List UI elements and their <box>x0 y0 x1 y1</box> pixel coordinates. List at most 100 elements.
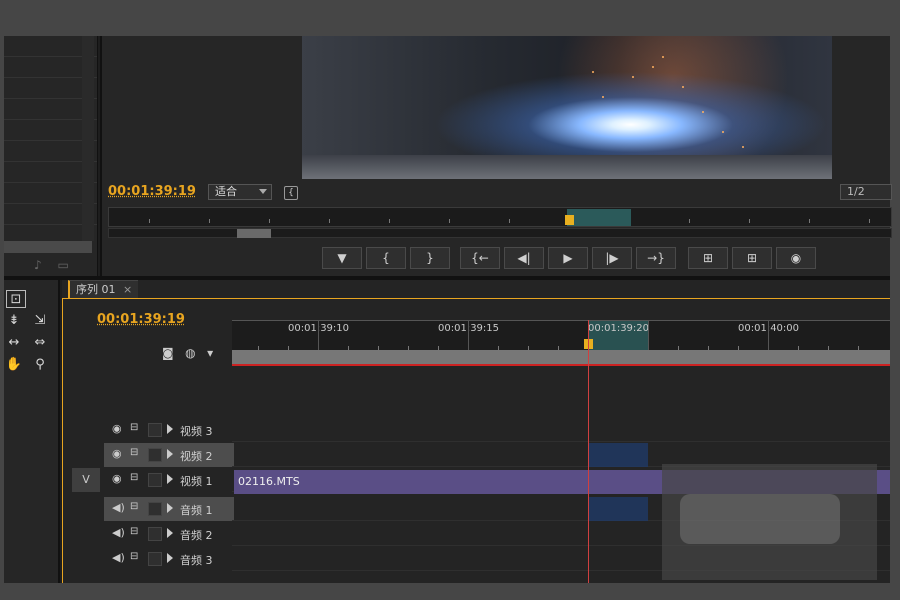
track-controls: ◀) ⊟ 音频 3 <box>104 547 234 571</box>
track-header-audio-1[interactable]: ◀) ⊟ 音频 1 <box>72 497 234 521</box>
step-back-button[interactable]: ◀| <box>504 247 544 269</box>
ruler-tick <box>269 219 270 223</box>
fit-toggle-button[interactable]: { <box>284 186 298 200</box>
selection-region[interactable] <box>588 497 648 521</box>
playhead-marker[interactable] <box>565 215 574 225</box>
speaker-icon[interactable]: ◀) <box>112 551 125 564</box>
vertical-scrollbar[interactable] <box>82 36 94 241</box>
timeline-ruler[interactable]: 00:01:39:10 00:01:39:15 00:01:39:20 00:0… <box>232 320 890 351</box>
marker-icon[interactable]: ▾ <box>207 346 213 360</box>
camera-icon[interactable]: ◉ <box>776 247 816 269</box>
track-header-video-1[interactable]: V ◉ ⊟ 视频 1 <box>72 468 232 492</box>
sync-lock-icon[interactable]: ⊟ <box>130 501 138 512</box>
ruler-tick <box>389 219 390 223</box>
track-name: 音频 1 <box>180 504 213 517</box>
ruler-tick <box>869 219 870 223</box>
step-forward-button[interactable]: |▶ <box>592 247 632 269</box>
panel-highlight-border <box>62 298 890 299</box>
rolling-edit-tool-icon[interactable]: ↔ <box>4 334 24 352</box>
zoom-handle[interactable] <box>237 229 271 238</box>
add-marker-button[interactable]: ▼ <box>322 247 362 269</box>
snap-icon[interactable]: ◙ <box>162 346 174 360</box>
horizontal-scrollbar[interactable] <box>4 241 92 253</box>
expand-triangle-icon[interactable] <box>167 503 173 513</box>
spark <box>652 66 654 68</box>
track-target[interactable] <box>72 443 100 467</box>
ruler-tick <box>209 219 210 223</box>
slip-tool-icon[interactable]: ⇔ <box>30 334 50 352</box>
play-button[interactable]: ▶ <box>548 247 588 269</box>
tab-sequence-01[interactable]: 序列 01 × <box>68 280 139 298</box>
program-monitor: 00:01:39:19 适合 { 1/2 ▼ {} {← ◀| ▶ |▶ →}… <box>100 36 892 276</box>
lock-toggle[interactable] <box>148 527 162 541</box>
expand-triangle-icon[interactable] <box>167 528 173 538</box>
playhead-line[interactable] <box>588 320 589 583</box>
go-to-in-button[interactable]: {← <box>460 247 500 269</box>
extract-button[interactable]: ⊞ <box>732 247 772 269</box>
mark-out-button[interactable]: } <box>410 247 450 269</box>
track-header-audio-2[interactable]: ◀) ⊟ 音频 2 <box>72 522 232 546</box>
hand-tool-icon[interactable]: ✋ <box>4 356 24 374</box>
track-name: 视频 2 <box>180 450 213 463</box>
sync-lock-icon[interactable]: ⊟ <box>130 472 138 483</box>
timeline-timecode[interactable]: 00:01:39:19 <box>97 312 185 327</box>
ruler-tick <box>329 219 330 223</box>
track-target[interactable] <box>72 547 100 571</box>
zoom-tool-icon[interactable]: ⚲ <box>30 356 50 374</box>
track-name: 视频 1 <box>180 475 213 488</box>
monitor-timecode[interactable]: 00:01:39:19 <box>108 184 196 199</box>
lock-toggle[interactable] <box>148 423 162 437</box>
track-header-video-3[interactable]: ◉ ⊟ 视频 3 <box>72 418 232 442</box>
lane-video-3[interactable] <box>232 418 890 442</box>
sync-lock-icon[interactable]: ⊟ <box>130 422 138 433</box>
resolution-dropdown[interactable]: 1/2 <box>840 184 892 200</box>
track-controls: ◉ ⊟ 视频 3 <box>104 418 234 442</box>
lock-toggle[interactable] <box>148 502 162 516</box>
track-header-audio-3[interactable]: ◀) ⊟ 音频 3 <box>72 547 232 571</box>
sync-lock-icon[interactable]: ⊟ <box>130 526 138 537</box>
go-to-out-button[interactable]: →} <box>636 247 676 269</box>
lift-button[interactable]: ⊞ <box>688 247 728 269</box>
marker-globe-icon[interactable]: ◍ <box>185 346 195 360</box>
lock-toggle[interactable] <box>148 552 162 566</box>
selection-tool-icon[interactable]: ⊡ <box>6 290 26 308</box>
track-target[interactable] <box>72 497 100 521</box>
eye-icon[interactable]: ◉ <box>112 422 122 435</box>
track-select-tool-icon[interactable]: ⇟ <box>4 312 24 330</box>
sync-lock-icon[interactable]: ⊟ <box>130 551 138 562</box>
speaker-icon[interactable]: ◀) <box>112 526 125 539</box>
monitor-zoom-bar[interactable] <box>108 228 892 238</box>
sync-lock-icon[interactable]: ⊟ <box>130 447 138 458</box>
ruler-tick <box>449 219 450 223</box>
work-area-bar[interactable] <box>232 350 890 364</box>
monitor-time-ruler[interactable] <box>108 207 892 227</box>
expand-triangle-icon[interactable] <box>167 449 173 459</box>
ruler-tick <box>648 320 649 350</box>
close-icon[interactable]: × <box>123 283 132 296</box>
track-controls: ◉ ⊟ 视频 2 <box>104 443 234 467</box>
selection-region[interactable] <box>588 443 648 467</box>
track-target[interactable]: V <box>72 468 100 492</box>
ruler-tick <box>809 219 810 223</box>
expand-triangle-icon[interactable] <box>167 424 173 434</box>
mark-in-button[interactable]: { <box>366 247 406 269</box>
track-header-video-2[interactable]: ◉ ⊟ 视频 2 <box>72 443 234 467</box>
music-icon[interactable]: ♪ <box>34 258 42 272</box>
track-target[interactable] <box>72 522 100 546</box>
ripple-edit-tool-icon[interactable]: ⇲ <box>30 312 50 330</box>
eye-icon[interactable]: ◉ <box>112 447 122 460</box>
ruler-label: 00:01:39:20 <box>588 323 650 334</box>
eye-icon[interactable]: ◉ <box>112 472 122 485</box>
speaker-icon[interactable]: ◀) <box>112 501 125 514</box>
track-target[interactable] <box>72 418 100 442</box>
folder-icon[interactable]: ▭ <box>58 258 69 272</box>
track-headers: ◉ ⊟ 视频 3 ◉ ⊟ 视频 2 V ◉ ⊟ 视频 1 ◀) ⊟ 音频 1 ◀… <box>72 366 234 583</box>
expand-triangle-icon[interactable] <box>167 474 173 484</box>
fit-dropdown[interactable]: 适合 <box>208 184 272 200</box>
expand-triangle-icon[interactable] <box>167 553 173 563</box>
lock-toggle[interactable] <box>148 448 162 462</box>
transport-controls: ▼ { } <box>322 247 454 269</box>
spark <box>592 71 594 73</box>
lock-toggle[interactable] <box>148 473 162 487</box>
work-area-range[interactable] <box>567 209 631 226</box>
